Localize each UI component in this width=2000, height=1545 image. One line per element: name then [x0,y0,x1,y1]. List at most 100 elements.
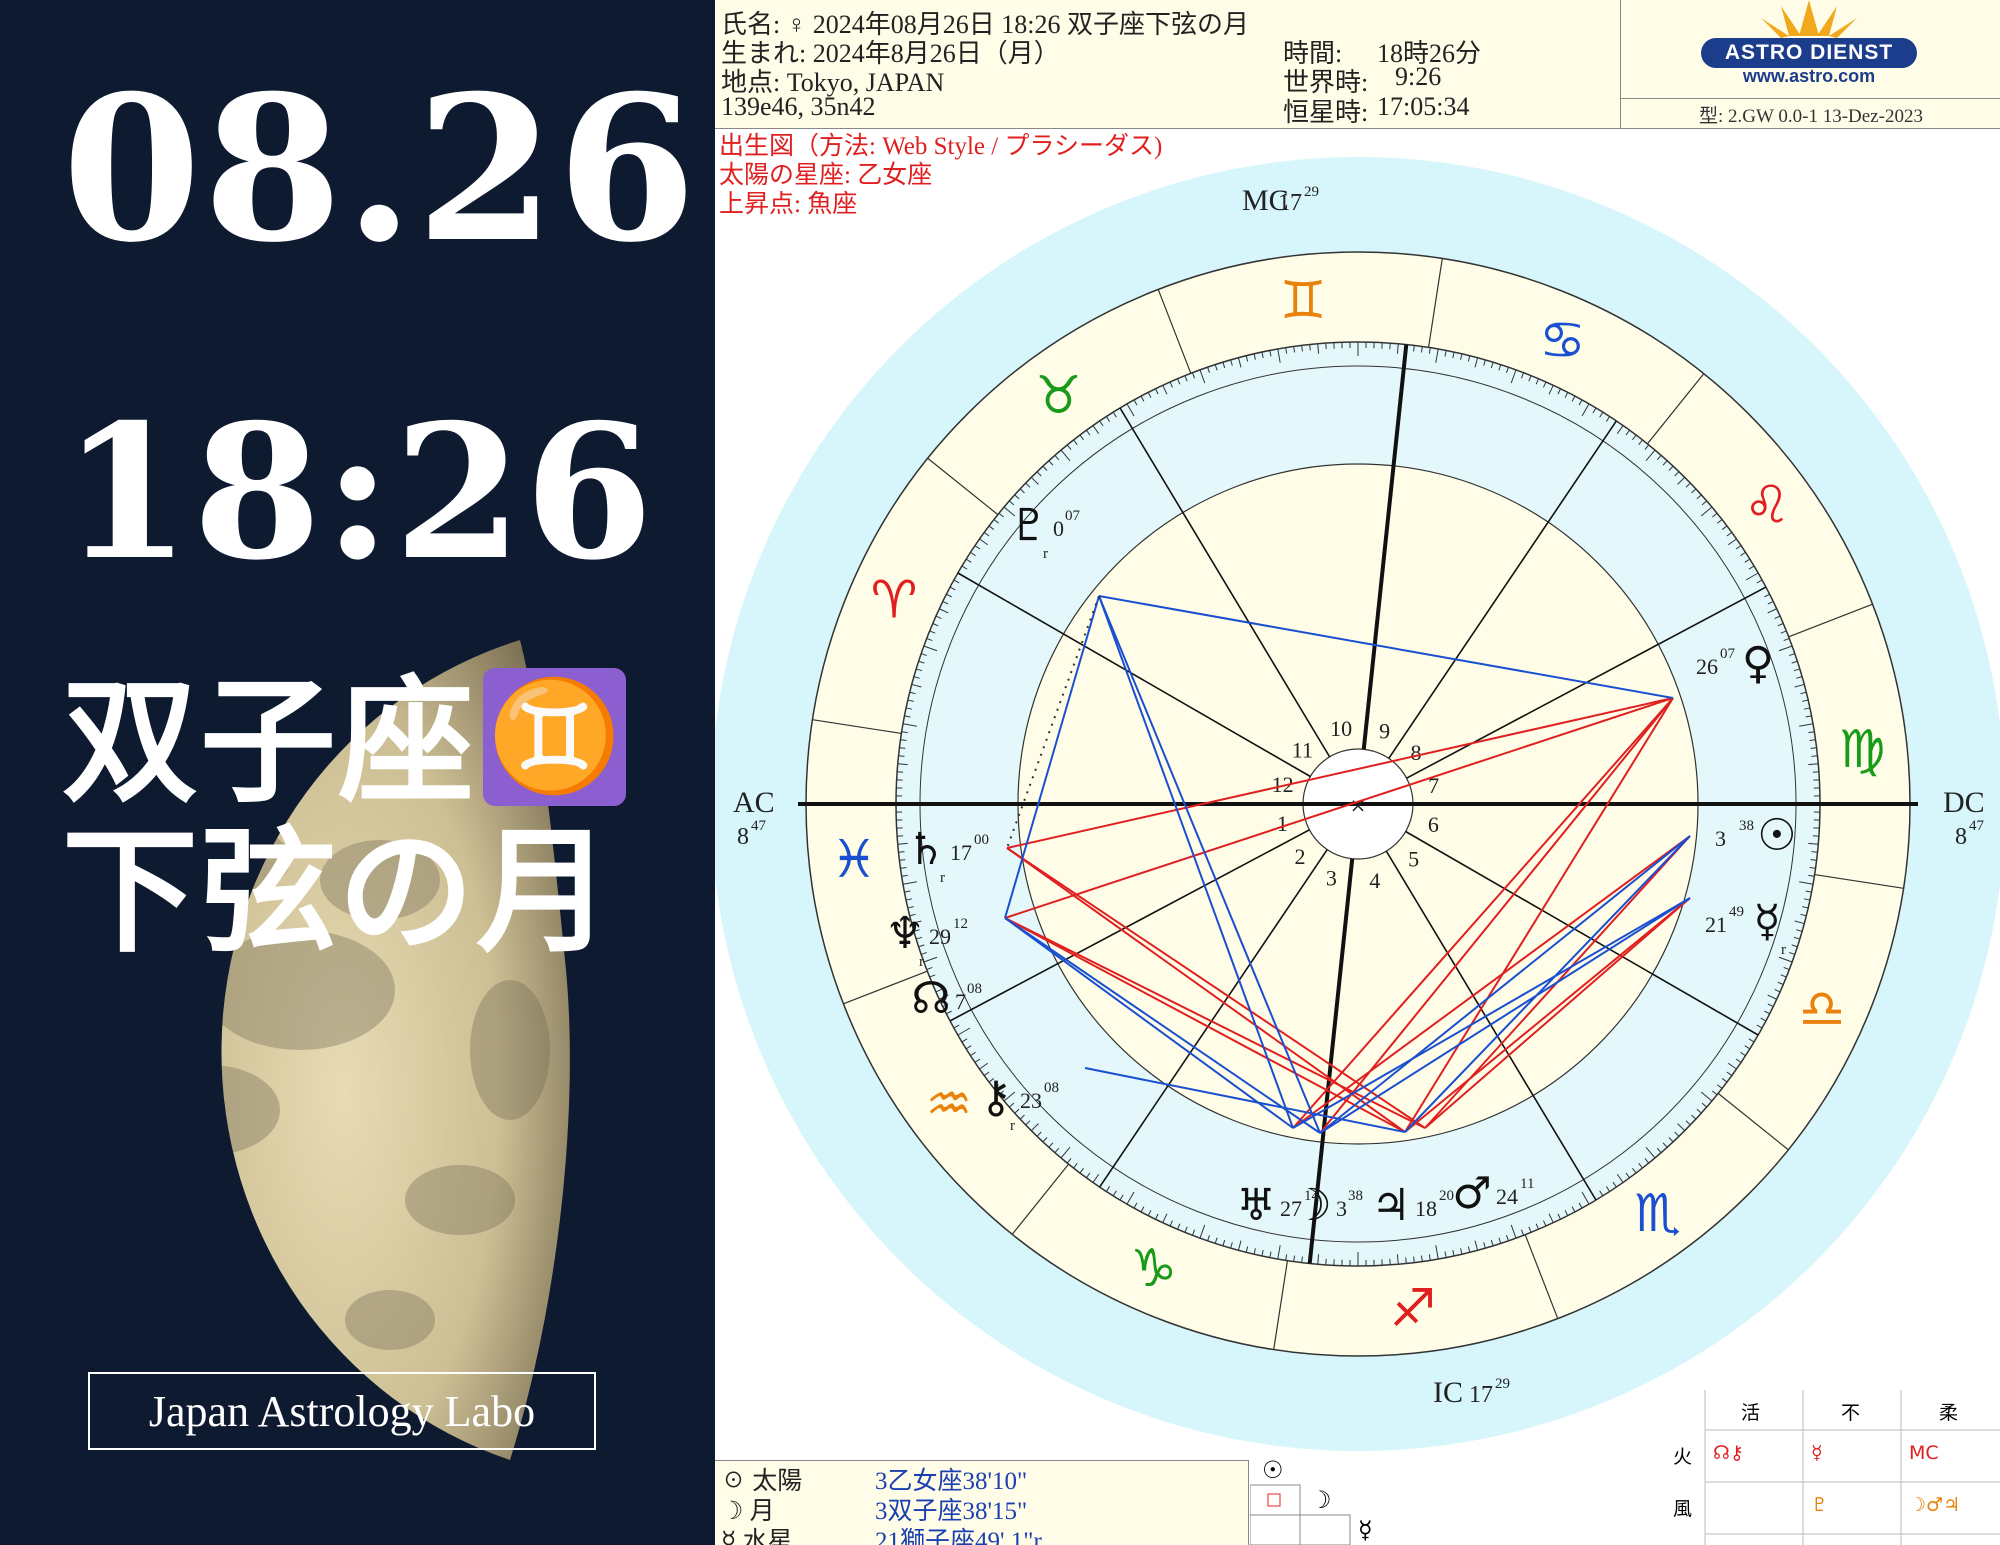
zodiac-sign-icon: ♐ [1390,1279,1437,1339]
degree-tick [898,851,905,853]
planet-positions-table: ☉ 太陽 3乙女座38'10" ☽ 月 3双子座38'15" ☿ 水星 21獅子… [715,1460,1249,1545]
house-number: 6 [1428,812,1439,837]
moon-icon: ☽ [1292,1180,1331,1231]
zodiac-sign-icon: ♌ [1744,475,1791,535]
sidereal-label: 恒星時: [1283,98,1369,127]
sun-degree: 3 [1715,826,1726,851]
neptune-degree: 29 [929,924,951,949]
col-fixed: 不 [1841,1402,1861,1424]
mars-minute: 11 [1520,1176,1534,1192]
mars-icon: ♂ [1452,1168,1491,1219]
chart-info: 出生図（方法: Web Style / プラシーダス) 太陽の星座: 乙女座 上… [719,132,1162,219]
house-number: 4 [1369,868,1380,893]
ut-value: 9:26 [1395,62,1442,91]
dc-label: DC [1943,786,1985,819]
north-node-degree: 7 [955,989,966,1014]
phase-heading: 下弦の月 [62,814,614,972]
zodiac-sign-icon: ♓ [831,830,878,890]
pluto-icon: ♇ [1009,500,1048,551]
degree-tick [898,755,905,757]
saturn-minute: 00 [974,832,989,848]
coords-line: 139e46, 35n42 [721,92,876,121]
sun-icon: ☉ [1262,1456,1284,1484]
house-number: 1 [1277,811,1288,836]
element-modality-table: 活 不 柔 火 ☊⚷ ☿ MC 風 ♇ ☽♂♃ [1645,1390,2000,1545]
date-heading: 08.26 [62,52,699,287]
saturn-icon: ♄ [906,824,945,875]
fire-fixed-cell: ☿ [1811,1442,1823,1464]
moon-minute: 38 [1348,1188,1363,1204]
ic-label-degree: 17 [1469,1382,1493,1408]
air-mutable-cell: ☽♂♃ [1909,1494,1961,1516]
pluto-minute: 07 [1065,508,1081,524]
sidereal-value: 17:05:34 [1377,92,1470,121]
row-fire: 火 [1673,1446,1693,1468]
chiron-degree: 23 [1020,1088,1042,1113]
row-air: 風 [1673,1498,1693,1520]
sign-heading: 双子座 [62,664,476,822]
jupiter-icon: ♃ [1371,1180,1410,1231]
zodiac-sign-icon: ♎ [1799,979,1846,1039]
house-number: 2 [1295,844,1306,869]
saturn-degree: 17 [950,840,972,865]
planet-position: 21獅子座49' 1"r [875,1528,1042,1545]
zodiac-sign-icon: ♉ [1035,366,1082,426]
neptune-icon: ♆ [885,908,924,959]
chiron-retrograde: r [1010,1118,1015,1134]
ac-minute: 47 [751,818,767,834]
chiron-minute: 08 [1044,1080,1059,1096]
logo-wordmark: ASTRO DIENST [1701,38,1917,68]
planet-name: ☿ 水星 [721,1528,793,1545]
degree-tick [1811,755,1818,757]
center-cross: × [1350,793,1367,817]
zodiac-sign-icon: ♍ [1839,720,1886,780]
degree-tick [1309,344,1311,351]
neptune-minute: 12 [953,916,968,932]
gemini-icon: ♊ [483,668,626,806]
house-number: 11 [1292,737,1313,762]
mercury-minute: 49 [1729,904,1744,920]
dc-minute: 47 [1969,818,1985,834]
moon-degree: 3 [1336,1196,1347,1221]
brand-label: Japan Astrology Labo [88,1372,596,1450]
chiron-icon: ⚷ [980,1072,1012,1123]
sun-minute: 38 [1739,818,1754,834]
house-number: 9 [1379,719,1390,744]
mercury-icon: ☿ [1753,896,1780,947]
degree-tick [1405,1257,1407,1264]
north-node-icon: ☊ [911,973,950,1024]
mc-label-minute: 29 [1304,184,1319,200]
astrodienst-logo: ASTRO DIENST www.astro.com 型: 2.GW 0.0-1… [1620,0,2000,128]
sun-sign: 太陽の星座: 乙女座 [719,162,933,189]
zodiac-sign-icon: ♏ [1634,1184,1681,1244]
neptune-retrograde: r [919,954,924,970]
house-number: 5 [1408,847,1419,872]
version-label: 型: 2.GW 0.0-1 13-Dez-2023 [1621,98,2000,128]
fire-mutable-cell: MC [1909,1442,1939,1464]
moon-icon: ☽ [1310,1486,1332,1514]
zodiac-sign-icon: ♊ [1280,271,1327,331]
col-mutable: 柔 [1939,1402,1959,1424]
sun-icon: ☉ [1757,810,1796,861]
mercury-degree: 21 [1705,912,1727,937]
ic-label-minute: 29 [1495,1376,1510,1392]
chart-method: 出生図（方法: Web Style / プラシーダス) [719,133,1163,160]
house-number: 8 [1410,740,1421,765]
uranus-icon: ♅ [1236,1180,1275,1231]
chart-header: 氏名: ♀ 2024年08月26日 18:26 双子座下弦の月 生まれ: 202… [715,0,2000,129]
fire-cardinal-cell: ☊⚷ [1713,1442,1744,1464]
ac-degree: 8 [737,824,749,850]
pluto-degree: 0 [1053,516,1064,541]
mc-label-degree: 17 [1278,190,1302,216]
air-fixed-cell: ♇ [1811,1494,1829,1516]
left-panel: 08.26 18:26 双子座 ♊ 下弦の月 Japan Astrology L… [0,0,715,1545]
chart-panel: 氏名: ♀ 2024年08月26日 18:26 双子座下弦の月 生まれ: 202… [715,0,2000,1545]
house-number: 3 [1326,865,1337,890]
mercury-icon: ☿ [1358,1516,1373,1544]
mars-degree: 24 [1496,1184,1518,1209]
mercury-retrograde: r [1781,942,1786,958]
saturn-retrograde: r [940,870,945,886]
zodiac-sign-icon: ♋ [1539,311,1586,371]
ic-label: IC [1433,1376,1463,1409]
ascendant-sign: 上昇点: 魚座 [719,191,858,218]
